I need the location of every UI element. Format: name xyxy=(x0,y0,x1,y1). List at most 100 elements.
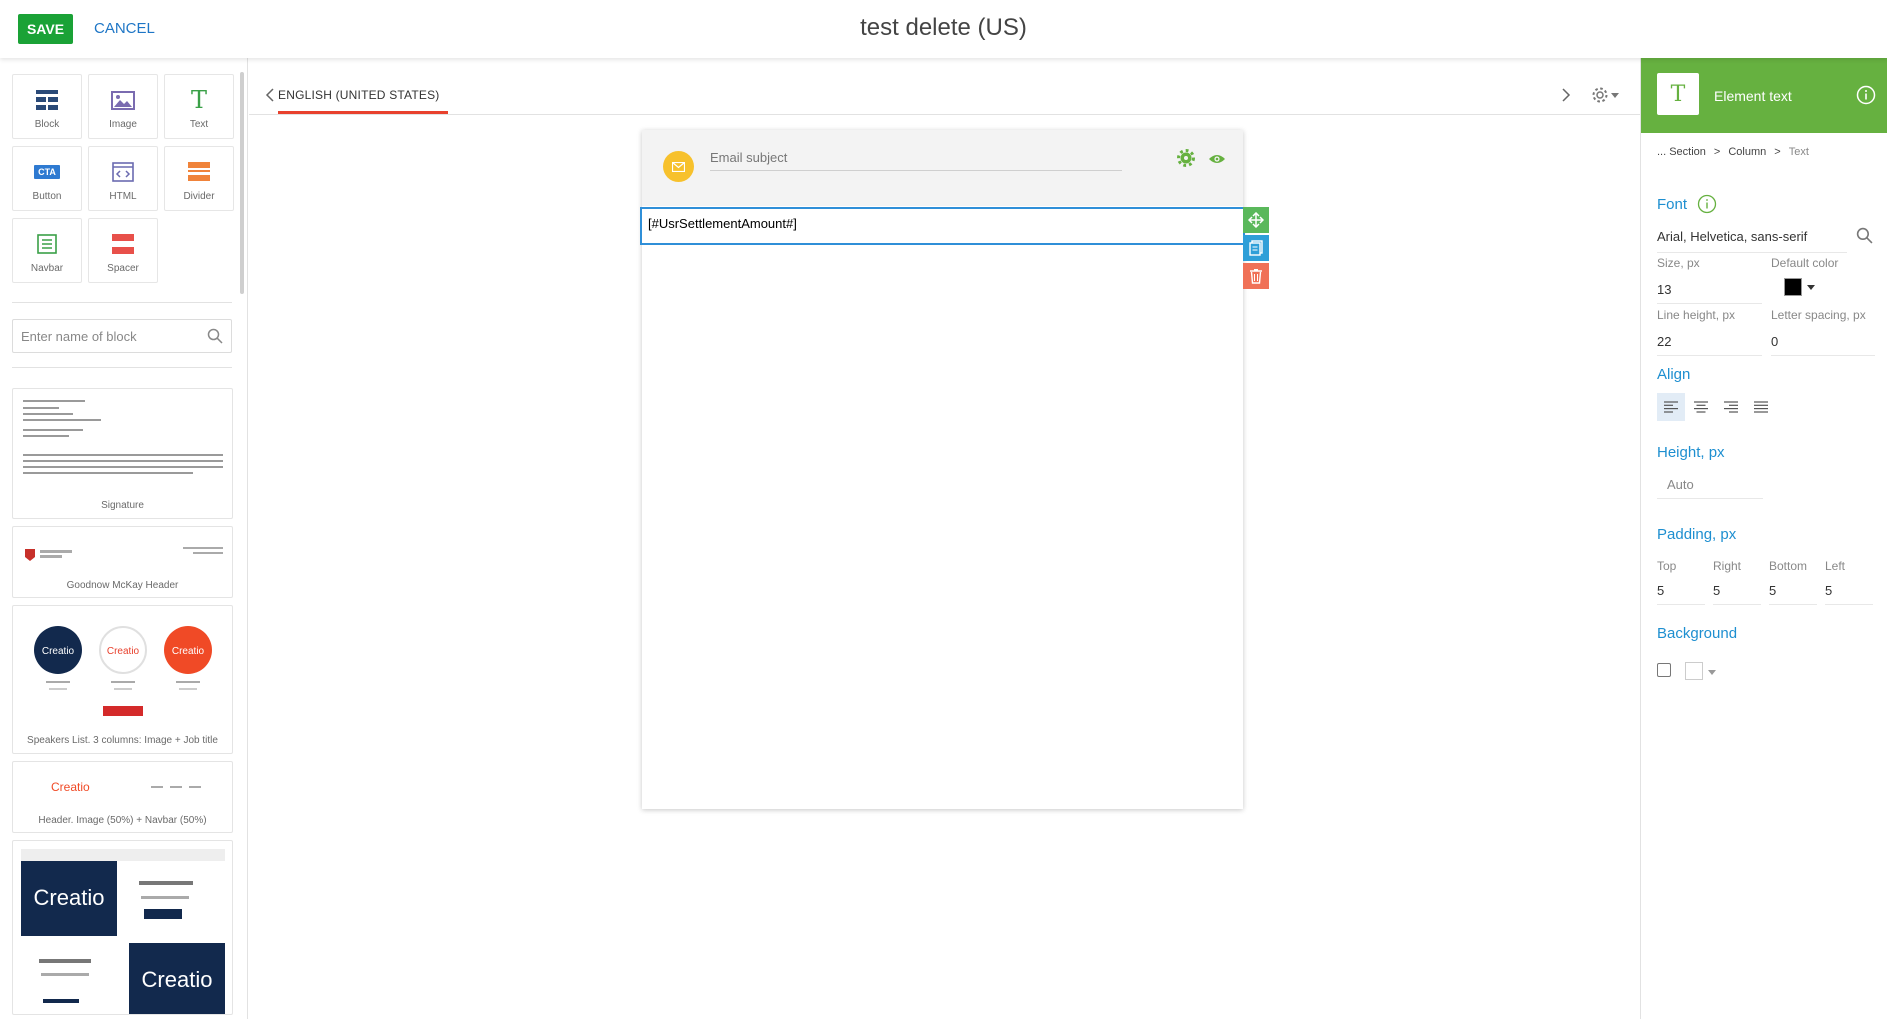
breadcrumb-column[interactable]: Column xyxy=(1728,146,1766,158)
move-icon xyxy=(1248,212,1264,228)
email-canvas: [#UsrSettlementAmount#] xyxy=(640,130,1269,809)
tool-label: HTML xyxy=(109,191,137,202)
align-center-button[interactable] xyxy=(1687,393,1715,421)
tool-label: Image xyxy=(109,119,137,130)
chevron-right-icon[interactable] xyxy=(1561,88,1571,107)
background-color-swatch[interactable] xyxy=(1685,662,1703,680)
letter-spacing-input[interactable]: 0 xyxy=(1771,334,1875,356)
delete-block-button[interactable] xyxy=(1243,263,1269,289)
search-icon[interactable] xyxy=(207,328,223,349)
block-card-speakers[interactable]: Creatio Creatio Creatio Speakers List. 3… xyxy=(12,605,233,754)
padding-right-input[interactable]: 5 xyxy=(1713,583,1761,605)
align-section-title: Align xyxy=(1657,366,1691,383)
align-center-icon xyxy=(1694,401,1708,413)
divider-icon xyxy=(165,161,233,183)
panel-header: T Element text xyxy=(1641,58,1887,133)
properties-panel: T Element text ... Section > Column > Te… xyxy=(1640,58,1887,1019)
divider xyxy=(12,302,232,303)
search-input[interactable] xyxy=(21,320,201,352)
block-card-signature[interactable]: Signature xyxy=(12,388,233,519)
top-bar: SAVE CANCEL test delete (US) xyxy=(0,0,1887,58)
size-input[interactable]: 13 xyxy=(1657,282,1762,304)
email-header xyxy=(642,130,1243,206)
align-right-button[interactable] xyxy=(1717,393,1745,421)
preview-eye-icon[interactable] xyxy=(1208,152,1226,170)
size-label: Size, px xyxy=(1657,256,1700,270)
text-element-icon: T xyxy=(1657,73,1699,115)
svg-text:Creatio: Creatio xyxy=(51,780,90,794)
goodnow-logo-preview xyxy=(25,547,223,561)
font-section-title: Font xyxy=(1657,196,1688,213)
block-caption: Signature xyxy=(101,500,144,511)
tool-block[interactable]: Block xyxy=(12,74,82,139)
align-justify-button[interactable] xyxy=(1747,393,1775,421)
cancel-button[interactable]: CANCEL xyxy=(94,20,155,37)
block-caption: Goodnow McKay Header xyxy=(66,580,179,591)
move-block-button[interactable] xyxy=(1243,207,1269,233)
text-icon: T xyxy=(190,86,207,114)
block-icon xyxy=(13,89,81,111)
block-card-goodnow-header[interactable]: Goodnow McKay Header xyxy=(12,526,233,598)
language-bar: ENGLISH (UNITED STATES) xyxy=(249,58,1640,115)
height-section-title: Height, px xyxy=(1657,444,1725,461)
signature-preview xyxy=(23,400,223,474)
block-caption: Header. Image (50%) + Navbar (50%) xyxy=(38,815,207,826)
tab-language-english-us[interactable]: ENGLISH (UNITED STATES) xyxy=(278,88,440,102)
align-left-icon xyxy=(1664,401,1678,413)
line-height-label: Line height, px xyxy=(1657,308,1736,322)
block-card-header-navbar[interactable]: Creatio Header. Image (50%) + Navbar (50… xyxy=(12,761,233,833)
default-color-label: Default color xyxy=(1771,256,1839,270)
tool-spacer[interactable]: Spacer xyxy=(88,218,158,283)
gear-icon[interactable] xyxy=(1177,149,1195,172)
navbar-icon xyxy=(13,233,81,255)
padding-bottom-label: Bottom xyxy=(1769,559,1808,573)
padding-top-label: Top xyxy=(1657,559,1677,573)
copy-block-button[interactable] xyxy=(1243,235,1269,261)
text-block-content[interactable]: [#UsrSettlementAmount#] xyxy=(648,216,797,231)
breadcrumb-text: Text xyxy=(1788,146,1809,158)
block-card-products[interactable]: Creatio Creatio xyxy=(12,840,233,1015)
font-family-field[interactable]: Arial, Helvetica, sans-serif xyxy=(1657,229,1847,253)
block-caption: Speakers List. 3 columns: Image + Job ti… xyxy=(27,735,218,746)
padding-bottom-input[interactable]: 5 xyxy=(1769,583,1817,605)
height-input[interactable]: Auto xyxy=(1657,477,1763,499)
chevron-down-icon[interactable] xyxy=(1807,285,1815,290)
tool-text[interactable]: T Text xyxy=(164,74,234,139)
selected-text-block[interactable]: [#UsrSettlementAmount#] xyxy=(640,207,1245,245)
info-icon[interactable] xyxy=(1856,85,1876,110)
breadcrumb-separator: > xyxy=(1713,146,1721,158)
letter-spacing-label: Letter spacing, px xyxy=(1771,308,1866,322)
padding-top-input[interactable]: 5 xyxy=(1657,583,1705,605)
copy-icon xyxy=(1249,240,1263,256)
line-height-input[interactable]: 22 xyxy=(1657,334,1762,356)
tool-label: Spacer xyxy=(107,263,139,274)
padding-right-label: Right xyxy=(1713,559,1742,573)
spacer-icon xyxy=(89,233,157,255)
tool-label: Button xyxy=(32,191,62,202)
font-info-icon[interactable] xyxy=(1697,194,1717,219)
tool-divider[interactable]: Divider xyxy=(164,146,234,211)
block-search xyxy=(12,319,232,353)
chevron-down-icon[interactable] xyxy=(1708,670,1716,675)
active-tab-indicator xyxy=(278,111,448,114)
email-subject-input[interactable] xyxy=(710,145,1122,171)
align-left-button[interactable] xyxy=(1657,393,1685,421)
tool-image[interactable]: Image xyxy=(88,74,158,139)
background-checkbox[interactable] xyxy=(1657,663,1671,677)
tool-html[interactable]: HTML xyxy=(88,146,158,211)
default-color-swatch[interactable] xyxy=(1784,278,1802,296)
left-sidebar: Block Image T Text CTA Button HTML Divid… xyxy=(0,58,248,1019)
sidebar-scrollbar[interactable] xyxy=(240,72,244,294)
tool-button[interactable]: CTA Button xyxy=(12,146,82,211)
chevron-left-icon[interactable] xyxy=(265,88,275,107)
svg-text:Creatio: Creatio xyxy=(172,646,205,657)
search-icon[interactable] xyxy=(1856,227,1873,249)
save-button[interactable]: SAVE xyxy=(18,14,73,44)
padding-left-input[interactable]: 5 xyxy=(1825,583,1873,605)
image-icon xyxy=(89,89,157,111)
header-navbar-preview: Creatio xyxy=(51,780,201,794)
breadcrumb-section[interactable]: ... Section xyxy=(1657,146,1706,158)
tool-navbar[interactable]: Navbar xyxy=(12,218,82,283)
svg-text:Creatio: Creatio xyxy=(142,967,213,992)
language-settings-button[interactable] xyxy=(1591,86,1619,104)
